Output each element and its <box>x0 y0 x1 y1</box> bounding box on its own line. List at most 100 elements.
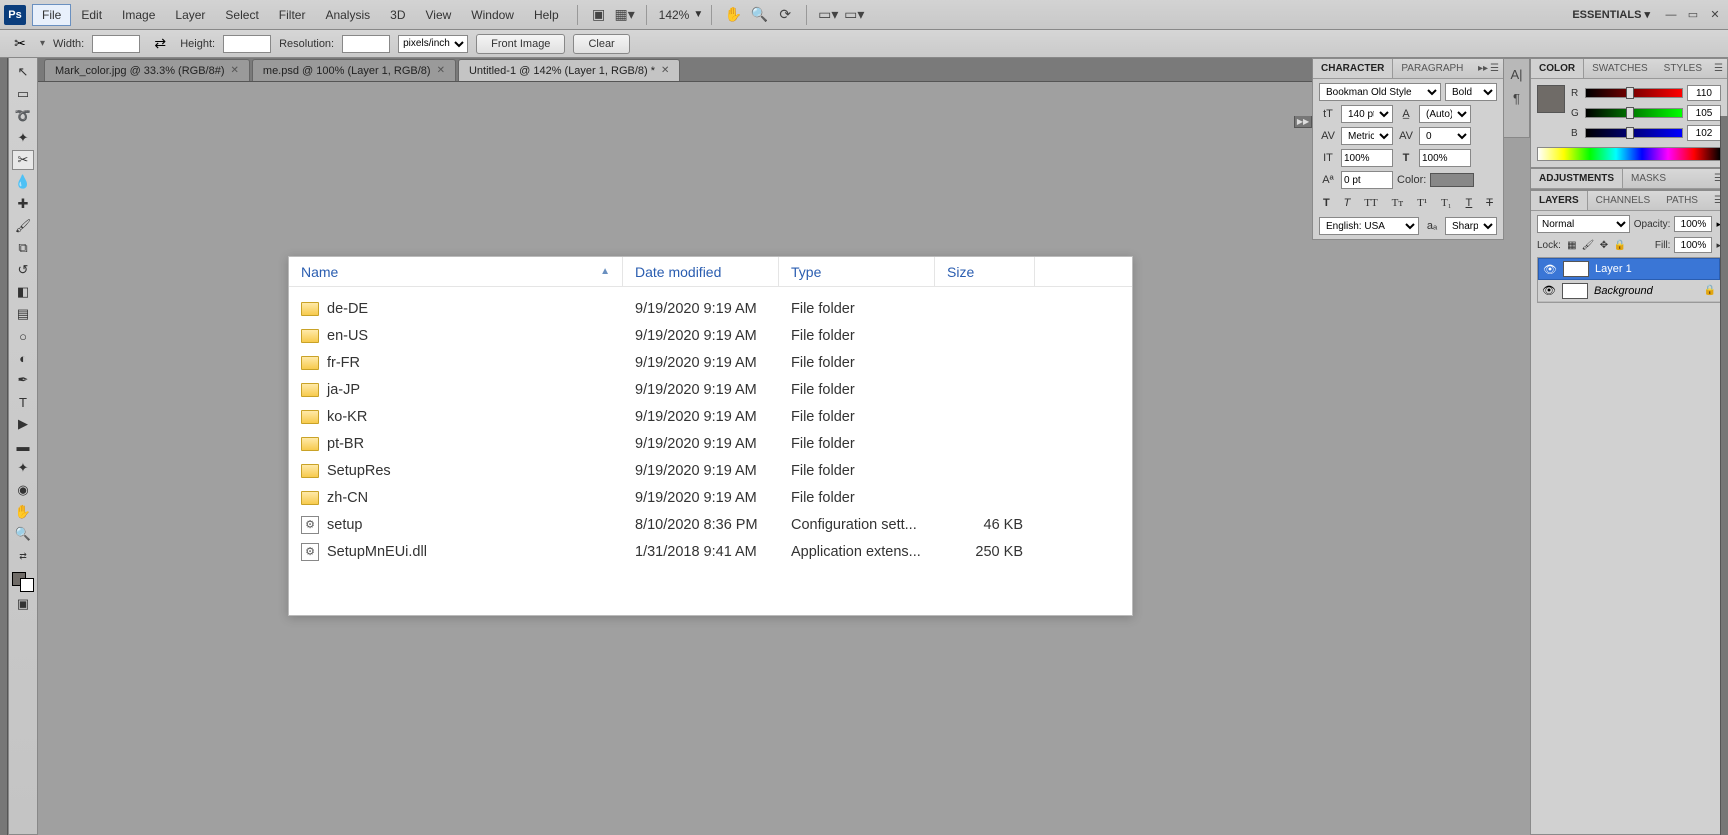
underline-btn[interactable]: T <box>1466 197 1473 209</box>
visibility-icon[interactable]: 👁 <box>1543 263 1557 276</box>
close-icon[interactable]: ✕ <box>661 65 669 76</box>
menu-view[interactable]: View <box>415 4 461 26</box>
menu-analysis[interactable]: Analysis <box>315 4 380 26</box>
menu-file[interactable]: File <box>32 4 71 26</box>
menu-image[interactable]: Image <box>112 4 165 26</box>
layer-item[interactable]: 👁Background🔒 <box>1538 280 1720 302</box>
workspace-switcher[interactable]: ESSENTIALS ▾ <box>1564 6 1658 23</box>
font-size-select[interactable]: 140 pt <box>1341 105 1393 123</box>
table-row[interactable]: pt-BR9/19/2020 9:19 AMFile folder <box>289 430 1132 457</box>
lock-all-icon[interactable]: 🔒 <box>1613 238 1627 252</box>
table-row[interactable]: ja-JP9/19/2020 9:19 AMFile folder <box>289 376 1132 403</box>
dodge-tool[interactable]: ◐ <box>12 348 34 368</box>
table-row[interactable]: SetupRes9/19/2020 9:19 AMFile folder <box>289 457 1132 484</box>
3d-tool[interactable]: ✦ <box>12 458 34 478</box>
g-value[interactable] <box>1687 105 1721 121</box>
table-row[interactable]: ko-KR9/19/2020 9:19 AMFile folder <box>289 403 1132 430</box>
menu-window[interactable]: Window <box>461 4 524 26</box>
healing-tool[interactable]: ✚ <box>12 194 34 214</box>
tab-swatches[interactable]: SWATCHES <box>1584 59 1656 78</box>
collapse-toggle-right[interactable]: ▶▶ <box>1294 116 1312 128</box>
g-slider[interactable] <box>1585 108 1683 118</box>
menu-help[interactable]: Help <box>524 4 569 26</box>
hscale-input[interactable] <box>1419 149 1471 167</box>
para-dock-icon[interactable]: ¶ <box>1508 89 1526 107</box>
tab-adjustments[interactable]: ADJUSTMENTS <box>1531 169 1623 188</box>
blend-mode-select[interactable]: Normal <box>1537 215 1630 233</box>
zoom-level[interactable]: 142% <box>659 8 690 22</box>
eraser-tool[interactable]: ◧ <box>12 282 34 302</box>
doc-tab-2[interactable]: Untitled-1 @ 142% (Layer 1, RGB/8) *✕ <box>458 59 680 81</box>
menu-edit[interactable]: Edit <box>71 4 112 26</box>
hand-icon[interactable]: ✋ <box>722 5 744 25</box>
kerning-select[interactable]: Metrics <box>1341 127 1393 145</box>
r-value[interactable] <box>1687 85 1721 101</box>
menu-layer[interactable]: Layer <box>165 4 215 26</box>
color-swatches[interactable] <box>12 572 34 592</box>
allcaps-btn[interactable]: TT <box>1364 197 1377 209</box>
superscript-btn[interactable]: T¹ <box>1417 197 1427 209</box>
front-image-button[interactable]: Front Image <box>476 34 565 54</box>
visibility-icon[interactable]: 👁 <box>1542 284 1556 297</box>
resolution-input[interactable] <box>342 35 390 53</box>
history-brush-tool[interactable]: ↺ <box>12 260 34 280</box>
char-dock-icon[interactable]: A| <box>1508 65 1526 83</box>
font-family-select[interactable]: Bookman Old Style <box>1319 83 1441 101</box>
bridge-icon[interactable]: ▣ <box>588 5 610 25</box>
table-row[interactable]: en-US9/19/2020 9:19 AMFile folder <box>289 322 1132 349</box>
swap-colors-icon[interactable]: ⇄ <box>12 546 34 566</box>
zoom-icon[interactable]: 🔍 <box>748 5 770 25</box>
close-icon[interactable]: ✕ <box>231 65 239 76</box>
close-icon[interactable]: ✕ <box>437 65 445 76</box>
leading-select[interactable]: (Auto) <box>1419 105 1471 123</box>
crop-tool-icon[interactable]: ✂ <box>8 33 32 55</box>
lock-pixels-icon[interactable]: 🖌 <box>1581 238 1595 252</box>
minimize-button[interactable]: — <box>1662 7 1680 23</box>
hand-tool[interactable]: ✋ <box>12 502 34 522</box>
menu-icon[interactable]: ☰ <box>1490 63 1499 74</box>
move-tool[interactable]: ↖ <box>12 62 34 82</box>
menu-icon[interactable]: ☰ <box>1714 63 1723 74</box>
table-row[interactable]: fr-FR9/19/2020 9:19 AMFile folder <box>289 349 1132 376</box>
menu-filter[interactable]: Filter <box>269 4 316 26</box>
eyedropper-tool[interactable]: 💧 <box>12 172 34 192</box>
foreground-swatch[interactable] <box>1537 85 1565 113</box>
brush-tool[interactable]: 🖌 <box>12 216 34 236</box>
color-spectrum[interactable] <box>1537 147 1721 161</box>
crop-tool[interactable]: ✂ <box>12 150 34 170</box>
lasso-tool[interactable]: ➰ <box>12 106 34 126</box>
bold-btn[interactable]: T <box>1323 197 1330 209</box>
font-weight-select[interactable]: Bold <box>1445 83 1497 101</box>
col-type[interactable]: Type <box>779 257 935 286</box>
clear-button[interactable]: Clear <box>573 34 629 54</box>
italic-btn[interactable]: T <box>1344 197 1351 209</box>
tab-character[interactable]: CHARACTER <box>1313 59 1393 78</box>
tracking-select[interactable]: 0 <box>1419 127 1471 145</box>
units-select[interactable]: pixels/inch <box>398 35 468 53</box>
table-row[interactable]: ⚙SetupMnEUi.dll1/31/2018 9:41 AMApplicat… <box>289 538 1132 565</box>
shape-tool[interactable]: ▬ <box>12 436 34 456</box>
pen-tool[interactable]: ✒ <box>12 370 34 390</box>
aa-select[interactable]: Sharp <box>1445 217 1497 235</box>
width-input[interactable] <box>92 35 140 53</box>
gradient-tool[interactable]: ▤ <box>12 304 34 324</box>
smallcaps-btn[interactable]: Tᴛ <box>1392 197 1404 209</box>
view-extras-icon[interactable]: ▦▾ <box>614 5 636 25</box>
tab-paths[interactable]: PATHS <box>1658 191 1706 210</box>
strike-btn[interactable]: T <box>1486 197 1493 209</box>
path-select-tool[interactable]: ▶ <box>12 414 34 434</box>
opacity-input[interactable] <box>1674 216 1712 232</box>
layer-item[interactable]: 👁Layer 1 <box>1538 258 1720 280</box>
doc-tab-0[interactable]: Mark_color.jpg @ 33.3% (RGB/8#)✕ <box>44 59 250 81</box>
blur-tool[interactable]: ○ <box>12 326 34 346</box>
zoom-tool[interactable]: 🔍 <box>12 524 34 544</box>
stamp-tool[interactable]: ⧉ <box>12 238 34 258</box>
tab-styles[interactable]: STYLES <box>1656 59 1710 78</box>
lock-position-icon[interactable]: ✥ <box>1597 238 1611 252</box>
arrange-icon[interactable]: ▭▾ <box>817 5 839 25</box>
text-color-swatch[interactable] <box>1430 173 1474 187</box>
collapse-icon[interactable]: ▸▸ <box>1478 63 1488 74</box>
col-name[interactable]: Name▲ <box>289 257 623 286</box>
tab-paragraph[interactable]: PARAGRAPH <box>1393 59 1471 78</box>
col-date[interactable]: Date modified <box>623 257 779 286</box>
